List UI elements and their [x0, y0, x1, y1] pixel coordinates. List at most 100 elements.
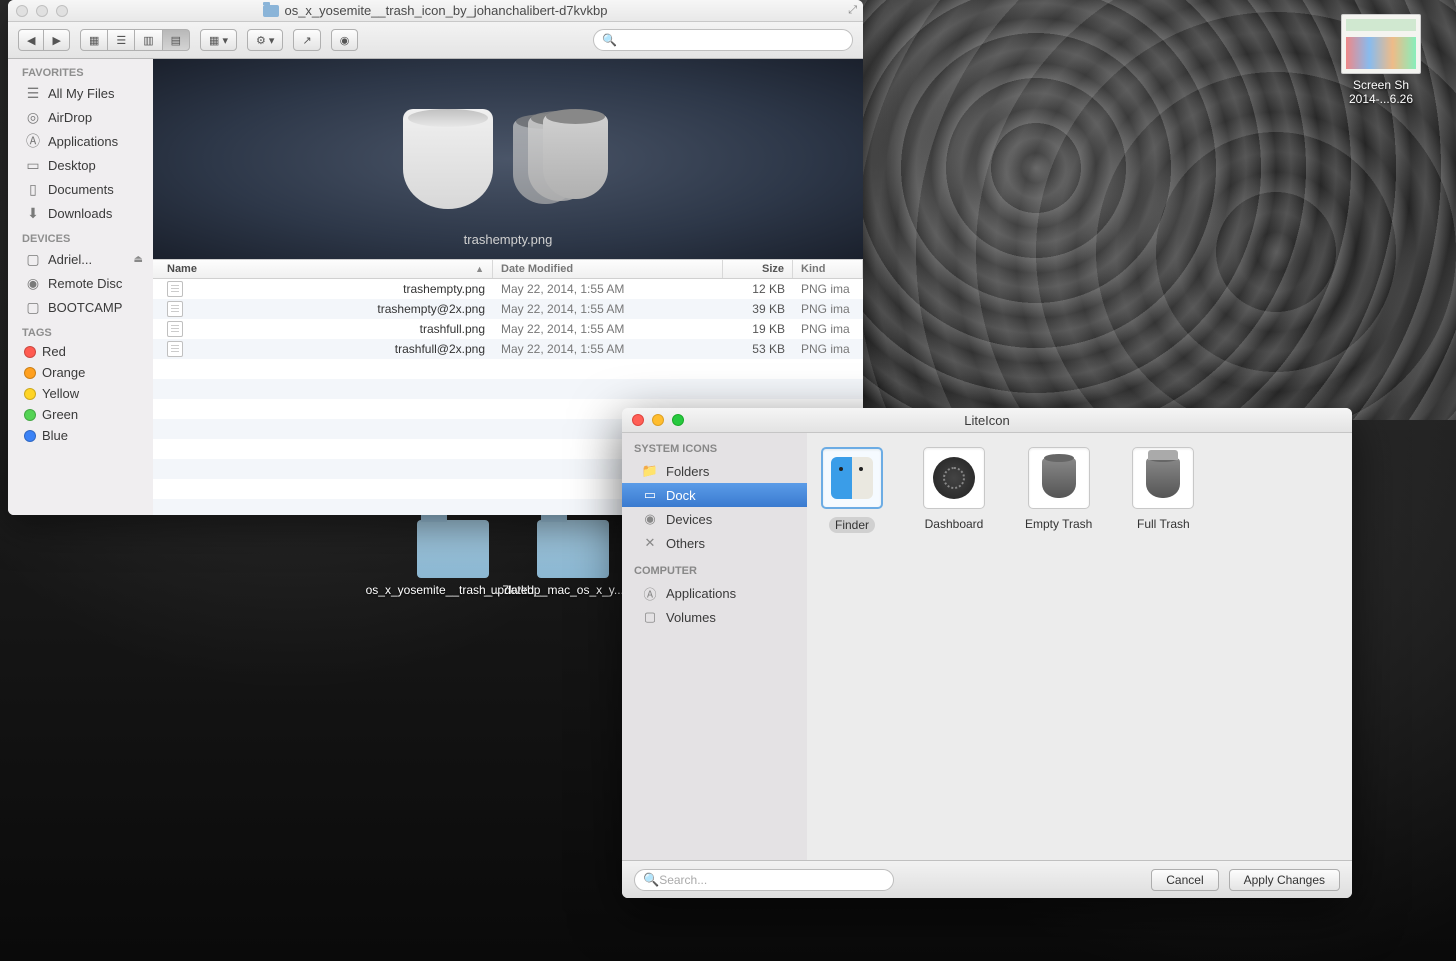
eject-icon[interactable]: ⏏ [134, 254, 143, 265]
all-files-icon: ☰ [24, 84, 42, 102]
sidebar-item-others[interactable]: ✕Others [622, 531, 807, 555]
column-view-button[interactable]: ▥ [135, 29, 162, 51]
icon-label: Full Trash [1137, 517, 1190, 531]
sidebar-tag-red[interactable]: Red [8, 341, 153, 362]
tags-button[interactable]: ◉ [331, 29, 359, 51]
sidebar-label: Applications [666, 586, 736, 601]
forward-button[interactable]: ▶ [44, 29, 69, 51]
sidebar-item-downloads[interactable]: ⬇Downloads [8, 201, 153, 225]
column-size-header[interactable]: Size [723, 260, 793, 278]
sidebar-label: Desktop [48, 158, 96, 173]
liteicon-titlebar[interactable]: LiteIcon [622, 408, 1352, 433]
file-row[interactable]: trashempty.pngMay 22, 2014, 1:55 AM12 KB… [153, 279, 863, 299]
column-name-header[interactable]: Name▲ [153, 260, 493, 278]
sidebar-tag-green[interactable]: Green [8, 404, 153, 425]
empty-row [153, 379, 863, 399]
cancel-button[interactable]: Cancel [1151, 869, 1218, 891]
search-input[interactable] [659, 873, 885, 887]
file-date: May 22, 2014, 1:55 AM [493, 282, 723, 296]
finder-search[interactable]: 🔍 [593, 29, 853, 51]
icon-item-empty-trash[interactable]: Empty Trash [1025, 447, 1092, 531]
column-kind-header[interactable]: Kind [793, 260, 863, 278]
search-input[interactable] [617, 33, 844, 47]
sidebar-item-documents[interactable]: ▯Documents [8, 177, 153, 201]
file-date: May 22, 2014, 1:55 AM [493, 302, 723, 316]
dashboard-icon [933, 457, 975, 499]
column-date-header[interactable]: Date Modified [493, 260, 723, 278]
tag-dot-icon [24, 409, 36, 421]
file-size: 39 KB [723, 302, 793, 316]
trash-full-icon [1146, 458, 1180, 498]
back-button[interactable]: ◀ [18, 29, 44, 51]
sidebar-tag-yellow[interactable]: Yellow [8, 383, 153, 404]
file-row[interactable]: trashfull@2x.pngMay 22, 2014, 1:55 AM53 … [153, 339, 863, 359]
sidebar-label: AirDrop [48, 110, 92, 125]
volumes-icon: ▢ [642, 609, 658, 625]
sidebar-item-desktop[interactable]: ▭Desktop [8, 153, 153, 177]
sidebar-item-remote-disc[interactable]: ◉Remote Disc [8, 271, 153, 295]
folder-icon [263, 5, 279, 17]
disc-icon: ◉ [24, 274, 42, 292]
folder-icon [417, 520, 489, 578]
file-row[interactable]: trashfull.pngMay 22, 2014, 1:55 AM19 KBP… [153, 319, 863, 339]
applications-icon: Ⓐ [24, 132, 42, 150]
window-title: os_x_yosemite__trash_icon_by_johanchalib… [8, 3, 863, 18]
coverflow-view-button[interactable]: ▤ [163, 29, 190, 51]
dock-icon: ▭ [642, 487, 658, 503]
sidebar-item-bootcamp[interactable]: ▢ BOOTCAMP [8, 295, 153, 319]
apply-changes-button[interactable]: Apply Changes [1229, 869, 1340, 891]
sidebar-label: Downloads [48, 206, 112, 221]
sidebar-header-tags: TAGS [8, 319, 153, 341]
window-title-text: os_x_yosemite__trash_icon_by_johanchalib… [284, 3, 607, 18]
file-name: trashfull.png [420, 322, 485, 336]
list-view-button[interactable]: ☰ [108, 29, 135, 51]
sidebar-item-applications[interactable]: ⒶApplications [8, 129, 153, 153]
sidebar-item-all-my-files[interactable]: ☰All My Files [8, 81, 153, 105]
file-row[interactable]: trashempty@2x.png May 22, 2014, 1:55 AM39… [153, 299, 863, 319]
icon-item-dashboard[interactable]: Dashboard [923, 447, 985, 531]
sidebar-label: Red [42, 344, 66, 359]
action-button[interactable]: ⚙ ▾ [247, 29, 283, 51]
empty-row [153, 359, 863, 379]
sidebar-item-applications[interactable]: ⒶApplications [622, 581, 807, 605]
icon-item-finder[interactable]: Finder [821, 447, 883, 533]
sidebar-item-airdrop[interactable]: ◎AirDrop [8, 105, 153, 129]
tag-dot-icon [24, 388, 36, 400]
finder-icon [831, 457, 873, 499]
icon-view-button[interactable]: ▦ [80, 29, 108, 51]
tag-dot-icon [24, 367, 36, 379]
trash-empty-icon [1042, 458, 1076, 498]
share-button[interactable]: ↗ [293, 29, 320, 51]
sidebar-item-disk[interactable]: ▢Adriel...⏏ [8, 247, 153, 271]
coverflow-preview[interactable]: trashempty.png [153, 59, 863, 259]
finder-titlebar[interactable]: os_x_yosemite__trash_icon_by_johanchalib… [8, 0, 863, 22]
sidebar-label: Devices [666, 512, 712, 527]
sidebar-label: Blue [42, 428, 68, 443]
sidebar-item-volumes[interactable]: ▢Volumes [622, 605, 807, 629]
view-mode-buttons: ▦ ☰ ▥ ▤ [80, 29, 190, 51]
fullscreen-icon[interactable]: ⤢ [848, 4, 857, 17]
file-date: May 22, 2014, 1:55 AM [493, 342, 723, 356]
sidebar-header-devices: DEVICES [8, 225, 153, 247]
icon-item-full-trash[interactable]: Full Trash [1132, 447, 1194, 531]
desktop-screenshot[interactable]: Screen Sh 2014-...6.26 [1306, 14, 1456, 106]
sidebar-item-dock[interactable]: ▭Dock [622, 483, 807, 507]
file-name: trashempty@2x.png [377, 302, 485, 316]
desktop-folder[interactable]: _updated__mac_os_x_y...7kv34v [518, 520, 628, 597]
disk-icon: ▢ [24, 298, 42, 316]
file-icon [167, 301, 183, 317]
arrange-button[interactable]: ▦ ▾ [200, 29, 237, 51]
sidebar-item-devices[interactable]: ◉ Devices [622, 507, 807, 531]
sidebar-label: Folders [666, 464, 709, 479]
disk-icon: ▢ [24, 250, 42, 268]
sidebar-label: Green [42, 407, 78, 422]
liteicon-search[interactable]: 🔍 [634, 869, 894, 891]
sidebar-tag-orange[interactable]: Orange [8, 362, 153, 383]
devices-icon: ◉ [642, 511, 658, 527]
trash-full-icon-stack [513, 114, 613, 209]
sidebar-label: Orange [42, 365, 85, 380]
sidebar-item-folders[interactable]: 📁Folders [622, 459, 807, 483]
sidebar-label: BOOTCAMP [48, 300, 122, 315]
sidebar-tag-blue[interactable]: Blue [8, 425, 153, 446]
preview-images [403, 109, 613, 209]
